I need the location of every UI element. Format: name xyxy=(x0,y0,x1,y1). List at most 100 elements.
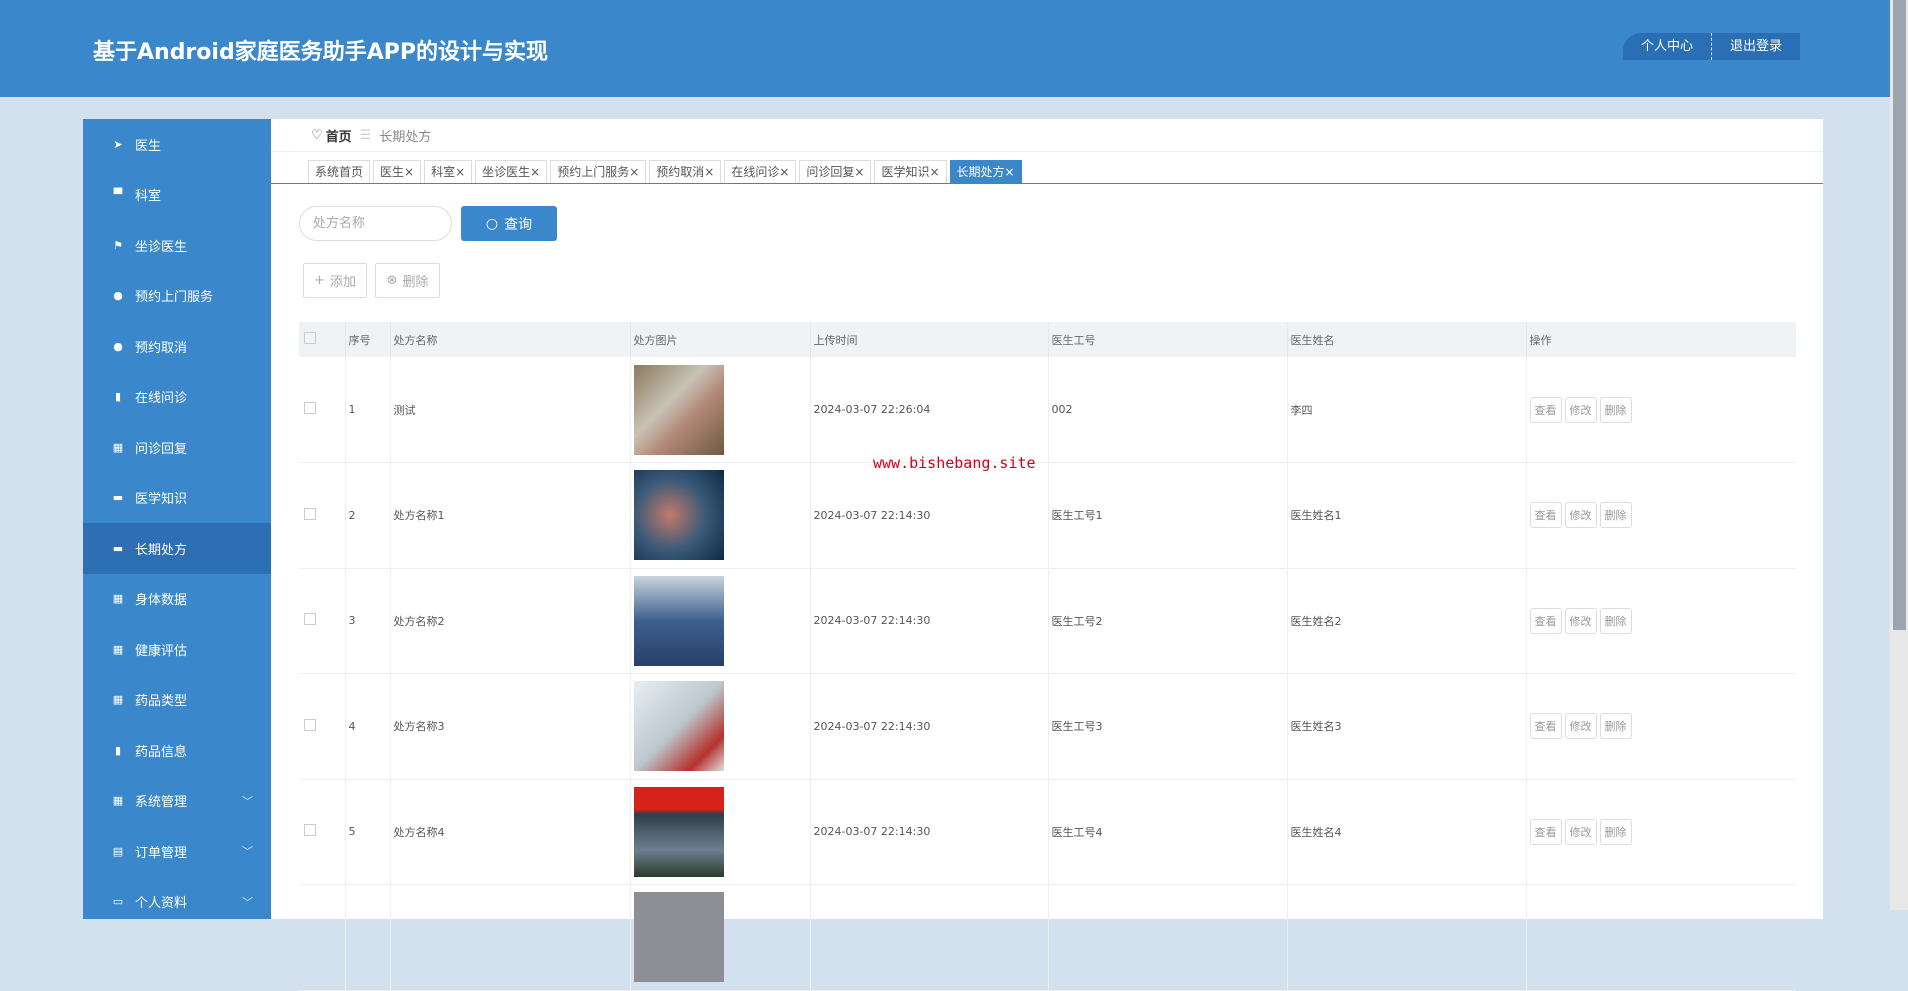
breadcrumb: ♡ 首页 ☰ 长期处方 xyxy=(271,119,1823,152)
breadcrumb-home[interactable]: 首页 xyxy=(326,126,352,145)
sidebar-item[interactable]: ▀ 科室 xyxy=(83,170,271,221)
tab[interactable]: 科室× xyxy=(424,160,473,183)
sidebar-item[interactable]: ● 预约取消 xyxy=(83,321,271,372)
cell-doctor-name: 医生姓名4 xyxy=(1286,779,1526,885)
delete-button[interactable]: 删除 xyxy=(1599,818,1632,845)
sidebar: ➤ 医生 ▀ 科室 ⚑ 坐诊医生 ● 预约上门服务 ● 预约取消 ▮ 在线问诊 ▦ 问诊回复 ▬ 医学知识 ▬ 长… xyxy=(83,119,271,919)
view-button[interactable]: 查看 xyxy=(1529,818,1562,845)
sidebar-item[interactable]: ➤ 医生 xyxy=(83,119,271,170)
edit-button[interactable]: 修改 xyxy=(1564,818,1597,845)
delete-button[interactable]: 删除 xyxy=(1599,713,1632,740)
row-checkbox[interactable] xyxy=(304,824,316,837)
tab[interactable]: 在线问诊× xyxy=(724,160,797,183)
cell-time: 2024-03-07 22:14:30 xyxy=(809,568,1048,674)
grid-icon: ▦ xyxy=(112,642,124,656)
sign-icon: ▀ xyxy=(113,188,123,202)
col-header: 医生工号 xyxy=(1047,322,1287,357)
table-row: 1 测试 2024-03-07 22:26:04 002 李四 查看 修改 删除 xyxy=(299,357,1796,463)
edit-button[interactable]: 修改 xyxy=(1564,607,1597,634)
page-scrollbar[interactable] xyxy=(1890,0,1908,910)
sidebar-item[interactable]: ▦ 系统管理 ﹀ xyxy=(83,776,271,827)
top-header: 基于Android家庭医务助手APP的设计与实现 个人中心 退出登录 xyxy=(0,0,1890,97)
prescription-image[interactable] xyxy=(633,681,724,772)
view-button[interactable]: 查看 xyxy=(1529,713,1562,740)
tab[interactable]: 坐诊医生× xyxy=(475,160,548,183)
sidebar-item-label: 订单管理 xyxy=(135,845,188,861)
batch-delete-button[interactable]: ⊗ 删除 xyxy=(375,263,440,298)
user-center-link[interactable]: 个人中心 xyxy=(1623,33,1711,60)
query-button[interactable]: ○ 查询 xyxy=(461,206,557,241)
sidebar-item[interactable]: ▦ 身体数据 xyxy=(83,574,271,625)
tab-divider xyxy=(271,183,1823,184)
cell-name: 处方名称2 xyxy=(389,568,630,674)
app-title: 基于Android家庭医务助手APP的设计与实现 xyxy=(93,40,548,65)
tab[interactable]: 问诊回复× xyxy=(799,160,872,183)
view-button[interactable]: 查看 xyxy=(1529,396,1562,423)
watermark: www.bishebang.site xyxy=(873,454,1036,472)
tab[interactable]: 医生× xyxy=(373,160,422,183)
cell-doctor-name: 医生姓名2 xyxy=(1286,568,1526,674)
view-button[interactable]: 查看 xyxy=(1529,502,1562,529)
pin-icon: ● xyxy=(113,339,123,353)
sidebar-item[interactable]: ▦ 问诊回复 xyxy=(83,422,271,473)
cell-no: 3 xyxy=(344,568,390,674)
edit-button[interactable]: 修改 xyxy=(1564,713,1597,740)
col-header: 医生姓名 xyxy=(1286,322,1526,357)
tab[interactable]: 预约取消× xyxy=(649,160,722,183)
sidebar-item[interactable]: ● 预约上门服务 xyxy=(83,271,271,322)
cell-no: 4 xyxy=(344,673,390,780)
sidebar-item[interactable]: ▭ 个人资料 ﹀ xyxy=(83,877,271,928)
edit-button[interactable]: 修改 xyxy=(1564,396,1597,423)
cell-no: 1 xyxy=(344,357,390,463)
prescription-image[interactable] xyxy=(633,575,724,666)
edit-button[interactable]: 修改 xyxy=(1564,502,1597,529)
sidebar-item[interactable]: ▬ 医学知识 xyxy=(83,473,271,524)
delete-button[interactable]: 删除 xyxy=(1599,502,1632,529)
sidebar-item[interactable]: ▬ 长期处方 xyxy=(83,523,271,574)
sidebar-item-label: 药品类型 xyxy=(135,694,188,710)
sidebar-item-label: 健康评估 xyxy=(135,643,188,659)
sidebar-item[interactable]: ▮ 在线问诊 xyxy=(83,372,271,423)
tab[interactable]: 医学知识× xyxy=(874,160,947,183)
row-checkbox[interactable] xyxy=(304,507,316,520)
prescription-image[interactable] xyxy=(633,892,724,983)
delete-label: 删除 xyxy=(402,275,429,290)
sidebar-item[interactable]: ▮ 药品信息 xyxy=(83,725,271,776)
row-checkbox[interactable] xyxy=(304,402,316,414)
cell-time: 2024-03-07 22:14:30 xyxy=(809,673,1048,780)
tab[interactable]: 预约上门服务× xyxy=(550,160,647,183)
prescription-image[interactable] xyxy=(633,786,724,877)
row-checkbox[interactable] xyxy=(304,718,316,731)
tab[interactable]: 系统首页 xyxy=(308,160,371,183)
select-all-checkbox[interactable] xyxy=(304,332,316,344)
delete-button[interactable]: 删除 xyxy=(1599,396,1632,423)
delete-button[interactable]: 删除 xyxy=(1599,607,1632,634)
search-icon: ○ xyxy=(485,215,499,232)
add-button[interactable]: + 添加 xyxy=(303,263,367,298)
prescription-image[interactable] xyxy=(633,470,724,561)
logout-link[interactable]: 退出登录 xyxy=(1711,33,1800,60)
col-header: 操作 xyxy=(1525,322,1796,357)
cell-name: 测试 xyxy=(389,357,630,463)
breadcrumb-current: 长期处方 xyxy=(379,129,432,145)
grid-icon: ▦ xyxy=(112,440,124,454)
view-button[interactable]: 查看 xyxy=(1529,607,1562,634)
cell-time: 2024-03-07 22:14:30 xyxy=(809,779,1048,885)
cell-name: 处方名称3 xyxy=(389,673,630,780)
query-button-label: 查询 xyxy=(504,216,533,233)
scrollbar-thumb[interactable] xyxy=(1893,0,1906,630)
sidebar-item-label: 预约上门服务 xyxy=(135,290,214,306)
sidebar-item[interactable]: ▦ 药品类型 xyxy=(83,675,271,726)
sidebar-item[interactable]: ⚑ 坐诊医生 xyxy=(83,220,271,271)
sidebar-item[interactable]: ▦ 健康评估 xyxy=(83,624,271,675)
sidebar-item-label: 坐诊医生 xyxy=(135,239,188,255)
add-label: 添加 xyxy=(329,275,356,290)
sidebar-item[interactable]: ▤ 订单管理 ﹀ xyxy=(83,826,271,877)
tab[interactable]: 长期处方× xyxy=(949,160,1022,183)
table-row: 3 处方名称2 2024-03-07 22:14:30 医生工号2 医生姓名2 … xyxy=(299,568,1796,674)
cell-no: 5 xyxy=(344,779,390,885)
prescription-image[interactable] xyxy=(633,364,724,455)
prescription-name-search-input[interactable]: 处方名称 xyxy=(299,206,452,241)
row-checkbox[interactable] xyxy=(304,613,316,626)
prescription-table: 序号 处方名称 处方图片 上传时间 医生工号 医生姓名 操作 1 测试 2024… xyxy=(299,322,1796,991)
